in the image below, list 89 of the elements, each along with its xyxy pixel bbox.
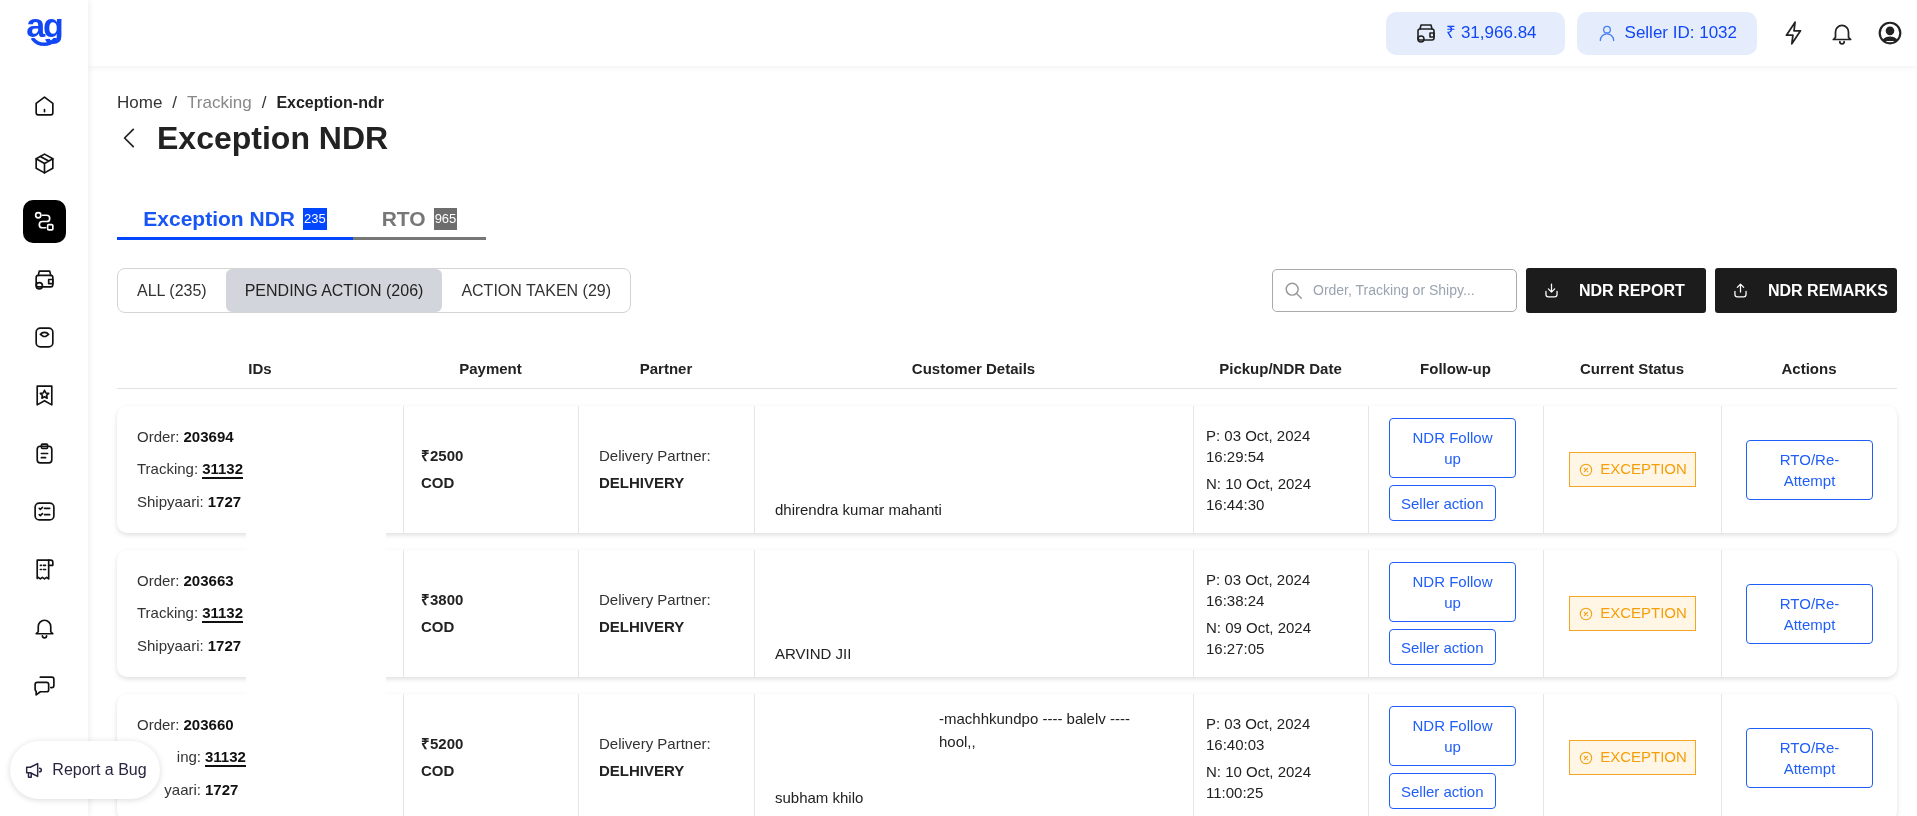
action-button[interactable]: RTO/Re-Attempt xyxy=(1746,583,1873,644)
column-header: Actions xyxy=(1781,360,1837,377)
id-value: 1727 xyxy=(205,779,239,800)
column-header: Follow-up xyxy=(1420,360,1491,377)
filter-tab[interactable]: ACTION TAKEN (29) xyxy=(442,269,631,312)
customer-name: ARVIND JII xyxy=(775,643,853,664)
search-field[interactable]: Order, Tracking or Shipy... xyxy=(1313,280,1506,301)
x-circle-icon xyxy=(1578,605,1595,622)
partner-label: Delivery Partner: xyxy=(599,734,712,754)
report-bug-button[interactable]: Report a Bug xyxy=(10,741,160,799)
wallet-balance[interactable]: ₹ 31,966.84 xyxy=(1386,11,1565,55)
id-label: ing: xyxy=(175,747,201,768)
x-circle-icon xyxy=(1578,461,1595,478)
partner-name: DELHIVERY xyxy=(599,472,686,493)
column-header: Partner xyxy=(639,360,693,377)
date-text: N: 10 Oct, 2024 16:44:30 xyxy=(1206,473,1313,515)
action-button[interactable]: RTO/Re-Attempt xyxy=(1746,439,1873,500)
follow-up-button[interactable]: Seller action xyxy=(1389,485,1496,521)
action-button[interactable]: NDR REPORT xyxy=(1526,268,1706,313)
upload-icon xyxy=(1731,281,1750,300)
status-badge: EXCEPTION xyxy=(1569,452,1696,487)
follow-up-button[interactable]: Seller action xyxy=(1389,773,1496,809)
follow-up-button[interactable]: Seller action xyxy=(1389,629,1496,665)
payment-amount: ₹3800 xyxy=(421,590,465,610)
seller-id[interactable]: Seller ID: 1032 xyxy=(1576,11,1757,55)
status-badge: EXCEPTION xyxy=(1569,740,1696,775)
partner-label: Delivery Partner: xyxy=(599,446,712,466)
breadcrumb-link[interactable]: Home xyxy=(117,90,163,116)
action-button[interactable]: NDR REMARKS xyxy=(1715,268,1897,313)
follow-up-button[interactable]: NDR Follow up xyxy=(1389,562,1516,622)
follow-up-button[interactable]: NDR Follow up xyxy=(1389,418,1516,478)
filter-tab[interactable]: PENDING ACTION (206) xyxy=(225,269,443,312)
customer-name: dhirendra kumar mahanti xyxy=(775,499,943,520)
date-text: N: 09 Oct, 2024 16:27:05 xyxy=(1206,617,1313,659)
id-label: Tracking: xyxy=(137,603,199,624)
payment-mode: COD xyxy=(421,760,456,781)
count-badge: 235 xyxy=(303,207,327,230)
sidebar-item[interactable] xyxy=(22,200,66,243)
breadcrumb-separator: / xyxy=(172,92,178,115)
payment-mode: COD xyxy=(421,472,456,493)
date-text: P: 03 Oct, 2024 16:40:03 xyxy=(1206,713,1312,755)
number-link[interactable]: 31132 xyxy=(202,460,244,480)
customer-name: subham khilo xyxy=(775,787,865,808)
column-header: Pickup/NDR Date xyxy=(1219,360,1342,377)
partner-name: DELHIVERY xyxy=(599,616,686,637)
payment-mode: COD xyxy=(421,616,456,637)
action-button[interactable]: RTO/Re-Attempt xyxy=(1746,727,1873,788)
follow-up-button[interactable]: NDR Follow up xyxy=(1389,706,1516,766)
partner-name: DELHIVERY xyxy=(599,760,686,781)
tab[interactable]: RTO 965 xyxy=(353,200,486,240)
payment-amount: ₹5200 xyxy=(421,734,465,754)
id-value: 1727 xyxy=(207,491,242,512)
id-value: 1727 xyxy=(207,635,242,656)
column-header: Customer Details xyxy=(911,360,1036,377)
count-badge: 965 xyxy=(433,207,458,230)
number-link[interactable]: 31132 xyxy=(202,604,244,624)
id-label: Tracking: xyxy=(137,459,199,480)
partner-label: Delivery Partner: xyxy=(599,590,712,610)
column-header: IDs xyxy=(248,360,272,377)
customer-address: -machhkundpo ---- balelv ---- hool,, xyxy=(939,710,1130,750)
search-field[interactable]: Order, Tracking or Shipy... xyxy=(1272,269,1517,312)
chat-icon xyxy=(31,673,57,698)
download-icon xyxy=(1542,281,1561,300)
date-text: P: 03 Oct, 2024 16:38:24 xyxy=(1206,569,1312,611)
breadcrumb-separator: / xyxy=(261,92,267,115)
filter-tab[interactable]: ALL (235) xyxy=(118,269,226,312)
profile-icon[interactable] xyxy=(1877,20,1903,46)
id-label: yaari: xyxy=(163,779,201,800)
column-header: Payment xyxy=(459,360,522,377)
x-circle-icon xyxy=(1578,749,1595,766)
breadcrumb-link[interactable]: Tracking xyxy=(187,90,252,116)
status-badge: EXCEPTION xyxy=(1569,596,1696,631)
date-text: P: 03 Oct, 2024 16:29:54 xyxy=(1206,425,1312,467)
column-header: Current Status xyxy=(1579,360,1685,377)
page-title: Exception NDR xyxy=(157,119,389,158)
id-label: Shipyaari: xyxy=(137,635,204,656)
date-text: N: 10 Oct, 2024 11:00:25 xyxy=(1206,761,1313,803)
id-value: 203663 xyxy=(183,570,234,591)
id-label: Shipyaari: xyxy=(137,491,204,512)
payment-amount: ₹2500 xyxy=(421,446,465,466)
id-label: Order: xyxy=(137,714,180,735)
breadcrumb-link[interactable]: Exception-ndr xyxy=(276,91,384,115)
logo[interactable]: ag xyxy=(26,12,62,46)
id-label: Order: xyxy=(137,426,180,447)
tab[interactable]: Exception NDR 235 xyxy=(117,200,353,240)
checklist-icon xyxy=(31,499,57,524)
id-value: 203660 xyxy=(183,714,234,735)
id-value: 203694 xyxy=(183,426,234,447)
id-label: Order: xyxy=(137,570,180,591)
